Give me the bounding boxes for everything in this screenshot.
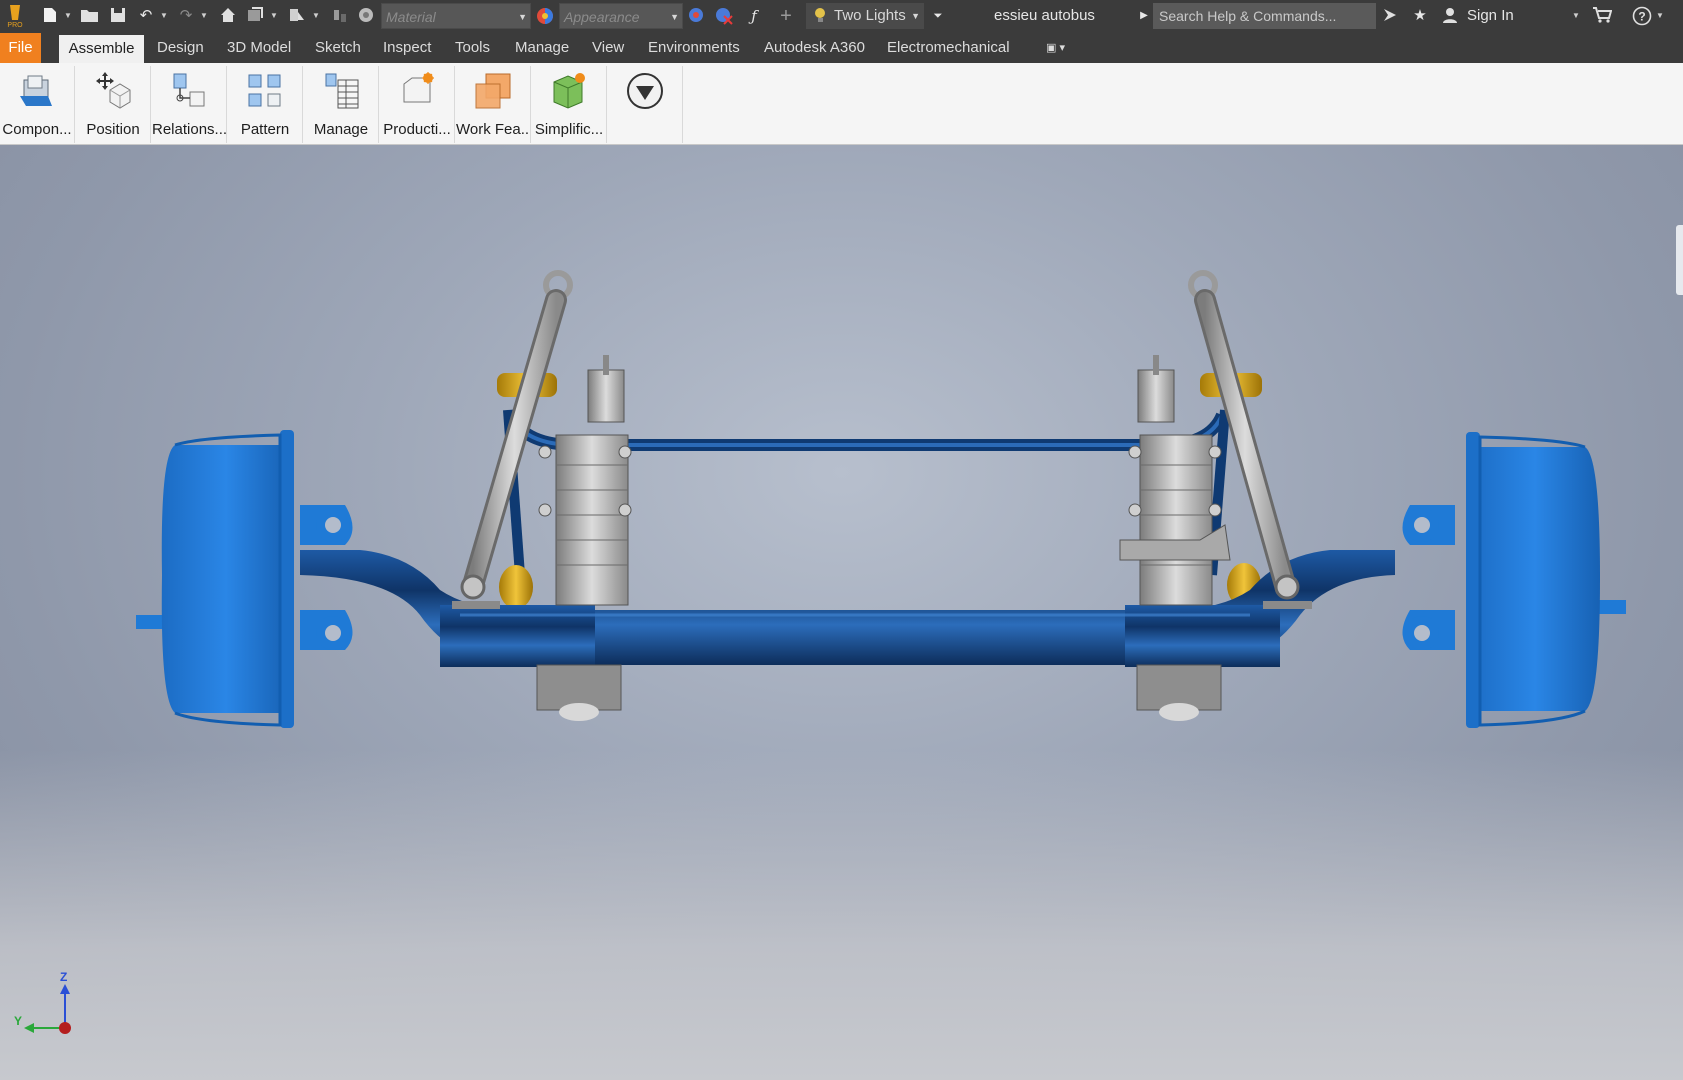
clear-appearance-icon[interactable]	[714, 6, 734, 26]
position-label: Position	[86, 121, 140, 138]
simplification-button[interactable]: Simplific...	[532, 66, 607, 143]
tab-sketch[interactable]: Sketch	[315, 33, 361, 63]
triad-axes-icon	[24, 984, 71, 1034]
favorites-star-icon[interactable]: ★	[1410, 6, 1430, 26]
new-dropdown-icon[interactable]: ▼	[64, 6, 72, 26]
redo-icon[interactable]: ↷	[176, 6, 196, 26]
tab-design[interactable]: Design	[157, 33, 204, 63]
lighting-style-dropdown[interactable]: Two Lights ▼	[806, 3, 924, 29]
home-icon[interactable]	[218, 6, 238, 26]
logo-text: PRO	[7, 22, 23, 29]
quick-access-toolbar: PRO ▼ ↶ ▼ ↷ ▼ ▼ ▼ Material ▼ Appearance …	[0, 0, 1683, 33]
new-file-icon[interactable]	[40, 6, 60, 26]
return-icon[interactable]	[246, 6, 266, 26]
add-icon[interactable]: +	[776, 6, 796, 26]
tab-tools[interactable]: Tools	[455, 33, 490, 63]
expand-arrow-icon[interactable]: ▶	[1134, 6, 1154, 26]
tab-manage[interactable]: Manage	[515, 33, 569, 63]
component-icon	[18, 72, 56, 110]
bus-axle-model[interactable]	[0, 145, 1683, 1080]
chevron-down-icon: ▼	[911, 11, 920, 21]
search-go-icon[interactable]	[1380, 6, 1400, 26]
open-folder-icon[interactable]	[80, 6, 100, 26]
appearance-dropdown[interactable]: Appearance ▼	[559, 3, 683, 29]
inventor-logo-icon	[10, 5, 20, 20]
coordinate-triad: Z Y	[12, 970, 82, 1050]
chevron-down-icon: ▼	[518, 12, 527, 22]
appearance-icon[interactable]	[535, 6, 555, 26]
select-dropdown-icon[interactable]: ▼	[312, 6, 320, 26]
search-input[interactable]: Search Help & Commands...	[1153, 3, 1376, 29]
tab-inspect[interactable]: Inspect	[383, 33, 431, 63]
tab-3d-model[interactable]: 3D Model	[227, 33, 291, 63]
document-title: essieu autobus	[994, 7, 1095, 24]
tab-view[interactable]: View	[592, 33, 624, 63]
sign-in-dropdown-icon[interactable]: ▼	[1572, 6, 1580, 26]
pattern-button[interactable]: Pattern	[228, 66, 303, 143]
tab-environments[interactable]: Environments	[648, 33, 740, 63]
material-dropdown-text: Material	[386, 9, 436, 25]
productivity-label: Producti...	[383, 121, 451, 138]
help-dropdown-icon[interactable]: ▼	[1656, 6, 1664, 26]
search-placeholder: Search Help & Commands...	[1159, 8, 1337, 24]
tab-autodesk-a360[interactable]: Autodesk A360	[764, 33, 865, 63]
productivity-icon	[398, 72, 436, 110]
left-spring-assembly	[536, 355, 632, 721]
place-component-button[interactable]: Compon...	[0, 66, 75, 143]
work-plane-icon	[474, 72, 512, 110]
bom-table-icon	[322, 72, 360, 110]
save-icon[interactable]	[108, 6, 128, 26]
expand-down-icon	[626, 72, 664, 110]
ribbon-panel: Compon... Position Relations... Pattern …	[0, 63, 1683, 145]
material-dropdown[interactable]: Material ▼	[381, 3, 531, 29]
undo-dropdown-icon[interactable]: ▼	[160, 6, 168, 26]
pattern-label: Pattern	[240, 121, 290, 138]
simplify-icon	[550, 72, 588, 110]
lighting-style-text: Two Lights	[834, 7, 906, 24]
ribbon-expand-button[interactable]	[608, 66, 683, 143]
relationships-label: Relations...	[152, 121, 226, 138]
sign-in-link[interactable]: Sign In	[1467, 6, 1514, 26]
app-logo[interactable]: PRO	[6, 3, 24, 31]
redo-dropdown-icon[interactable]: ▼	[200, 6, 208, 26]
place-component-label: Compon...	[2, 121, 72, 138]
cart-icon[interactable]	[1592, 6, 1613, 26]
right-brake-drum	[1402, 432, 1626, 728]
manage-button[interactable]: Manage	[304, 66, 379, 143]
productivity-button[interactable]: Producti...	[380, 66, 455, 143]
customize-toolbar-icon[interactable]: ⏷	[928, 6, 948, 26]
svg-text:?: ?	[1638, 10, 1645, 24]
work-features-label: Work Fea...	[456, 121, 530, 138]
lightbulb-icon	[812, 6, 830, 24]
work-features-button[interactable]: Work Fea...	[456, 66, 531, 143]
update-icon[interactable]	[330, 6, 350, 26]
tab-electromechanical[interactable]: Electromechanical	[887, 33, 1010, 63]
appearance-dropdown-text: Appearance	[564, 9, 640, 25]
right-spring-assembly	[1119, 355, 1231, 721]
relationships-button[interactable]: Relations...	[152, 66, 227, 143]
return-dropdown-icon[interactable]: ▼	[270, 6, 278, 26]
pattern-icon	[246, 72, 284, 110]
tab-options-icon[interactable]: ▣ ▾	[1046, 33, 1065, 63]
graphics-viewport[interactable]: Z Y	[0, 145, 1683, 1080]
position-button[interactable]: Position	[76, 66, 151, 143]
undo-icon[interactable]: ↶	[136, 6, 156, 26]
ribbon-tab-bar: File Assemble Design 3D Model Sketch Ins…	[0, 33, 1683, 63]
relationships-constraint-icon	[170, 72, 208, 110]
material-icon[interactable]	[356, 6, 376, 26]
tab-file[interactable]: File	[0, 33, 41, 63]
chevron-down-icon: ▼	[670, 12, 679, 22]
simplification-label: Simplific...	[534, 121, 604, 138]
tab-assemble[interactable]: Assemble	[59, 35, 144, 63]
parameters-fx-icon[interactable]: ƒ	[744, 6, 764, 26]
help-icon[interactable]: ?	[1632, 6, 1652, 26]
select-icon[interactable]	[288, 6, 308, 26]
adjust-appearance-icon[interactable]	[687, 6, 707, 26]
position-move-icon	[94, 72, 132, 110]
user-icon[interactable]	[1440, 6, 1460, 26]
left-brake-drum	[136, 430, 353, 728]
manage-label: Manage	[313, 121, 369, 138]
